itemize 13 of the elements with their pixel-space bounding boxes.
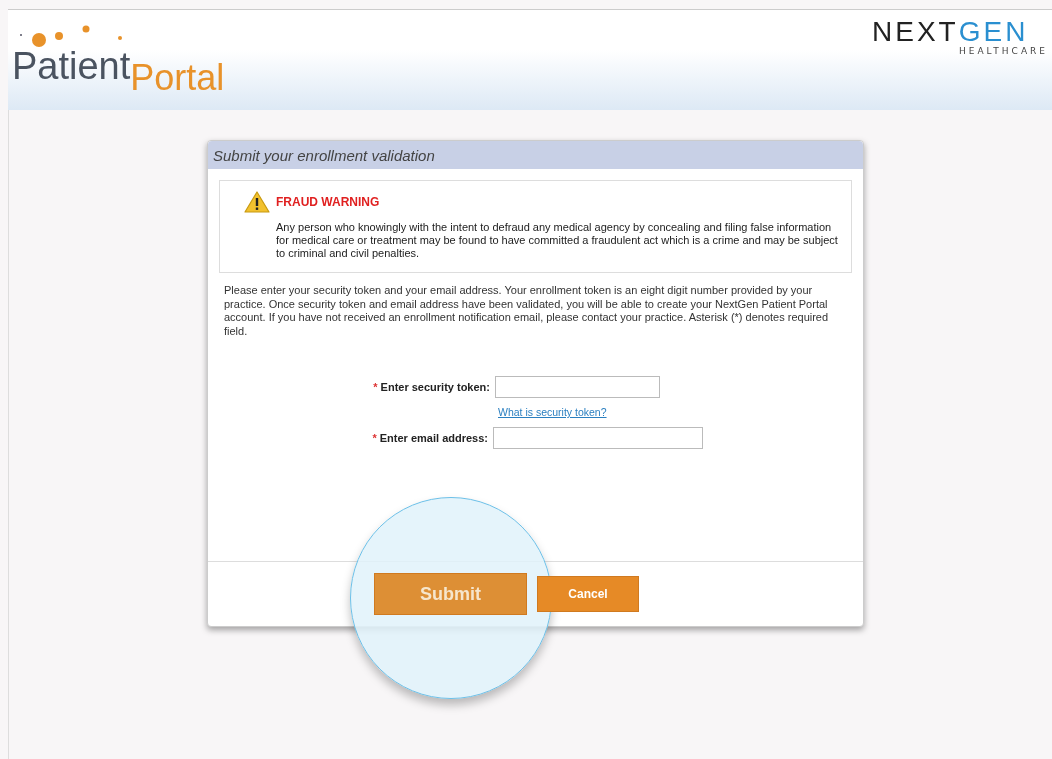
nextgen-logo: NEXTGEN HEALTHCARE bbox=[872, 15, 1049, 58]
warning-heading: FRAUD WARNING bbox=[276, 195, 380, 209]
warning-text: Any person who knowingly with the intent to defraud any medical agency by concealing and filing false information for medical care or treatment may be found to have committed a fraudulent act which is a crime and may be subject to criminal and civil penalties. bbox=[276, 221, 839, 260]
email-field[interactable] bbox=[493, 427, 703, 449]
patient-portal-logo[interactable]: PatientPortal bbox=[12, 45, 225, 99]
help-link[interactable]: What is security token? bbox=[498, 406, 607, 418]
field-label: * Enter security token: bbox=[372, 381, 491, 393]
warning-icon bbox=[244, 191, 270, 213]
field-label: * Enter email address: bbox=[371, 432, 489, 444]
panel-title: Submit your enrollment validation bbox=[208, 141, 863, 169]
cancel-button[interactable]: Cancel bbox=[537, 576, 639, 612]
token-field[interactable] bbox=[495, 376, 660, 398]
instructions-text: Please enter your security token and your email address. Your enrollment token is an eight digit number provided by your practice. Once security token and email address have been validated, you will be able to create your NextGen Patient Portal account. If you have not received an enrollment notification email, please contact your practice. Asterisk (*) denotes required field. bbox=[224, 284, 830, 338]
